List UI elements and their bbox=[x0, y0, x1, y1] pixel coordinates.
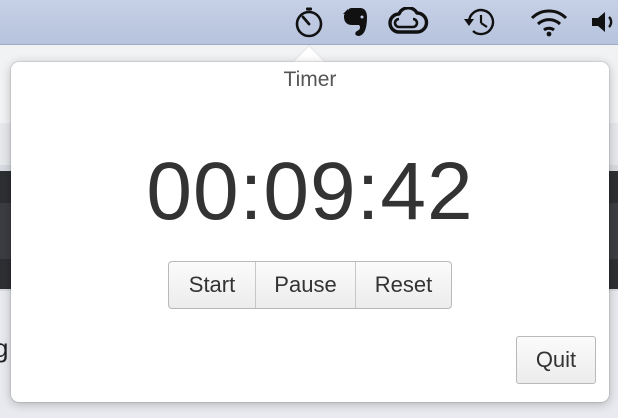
time-machine-icon[interactable] bbox=[460, 4, 500, 40]
creative-cloud-icon[interactable] bbox=[386, 4, 430, 40]
wifi-icon[interactable] bbox=[528, 4, 570, 40]
timer-controls: Start Pause Reset bbox=[168, 261, 452, 309]
popover-title: Timer bbox=[283, 68, 337, 91]
start-button[interactable]: Start bbox=[169, 262, 256, 308]
reset-button[interactable]: Reset bbox=[356, 262, 451, 308]
menu-bar bbox=[0, 0, 618, 45]
timer-display: 00:09:42 bbox=[146, 146, 474, 237]
volume-icon[interactable] bbox=[588, 4, 618, 40]
pause-button[interactable]: Pause bbox=[256, 262, 356, 308]
background-text-fragment: g bbox=[0, 333, 9, 363]
timer-popover: Timer 00:09:42 Start Pause Reset Quit bbox=[11, 62, 609, 402]
evernote-icon[interactable] bbox=[338, 4, 372, 40]
timer-icon[interactable] bbox=[290, 4, 328, 40]
quit-button[interactable]: Quit bbox=[516, 336, 596, 384]
